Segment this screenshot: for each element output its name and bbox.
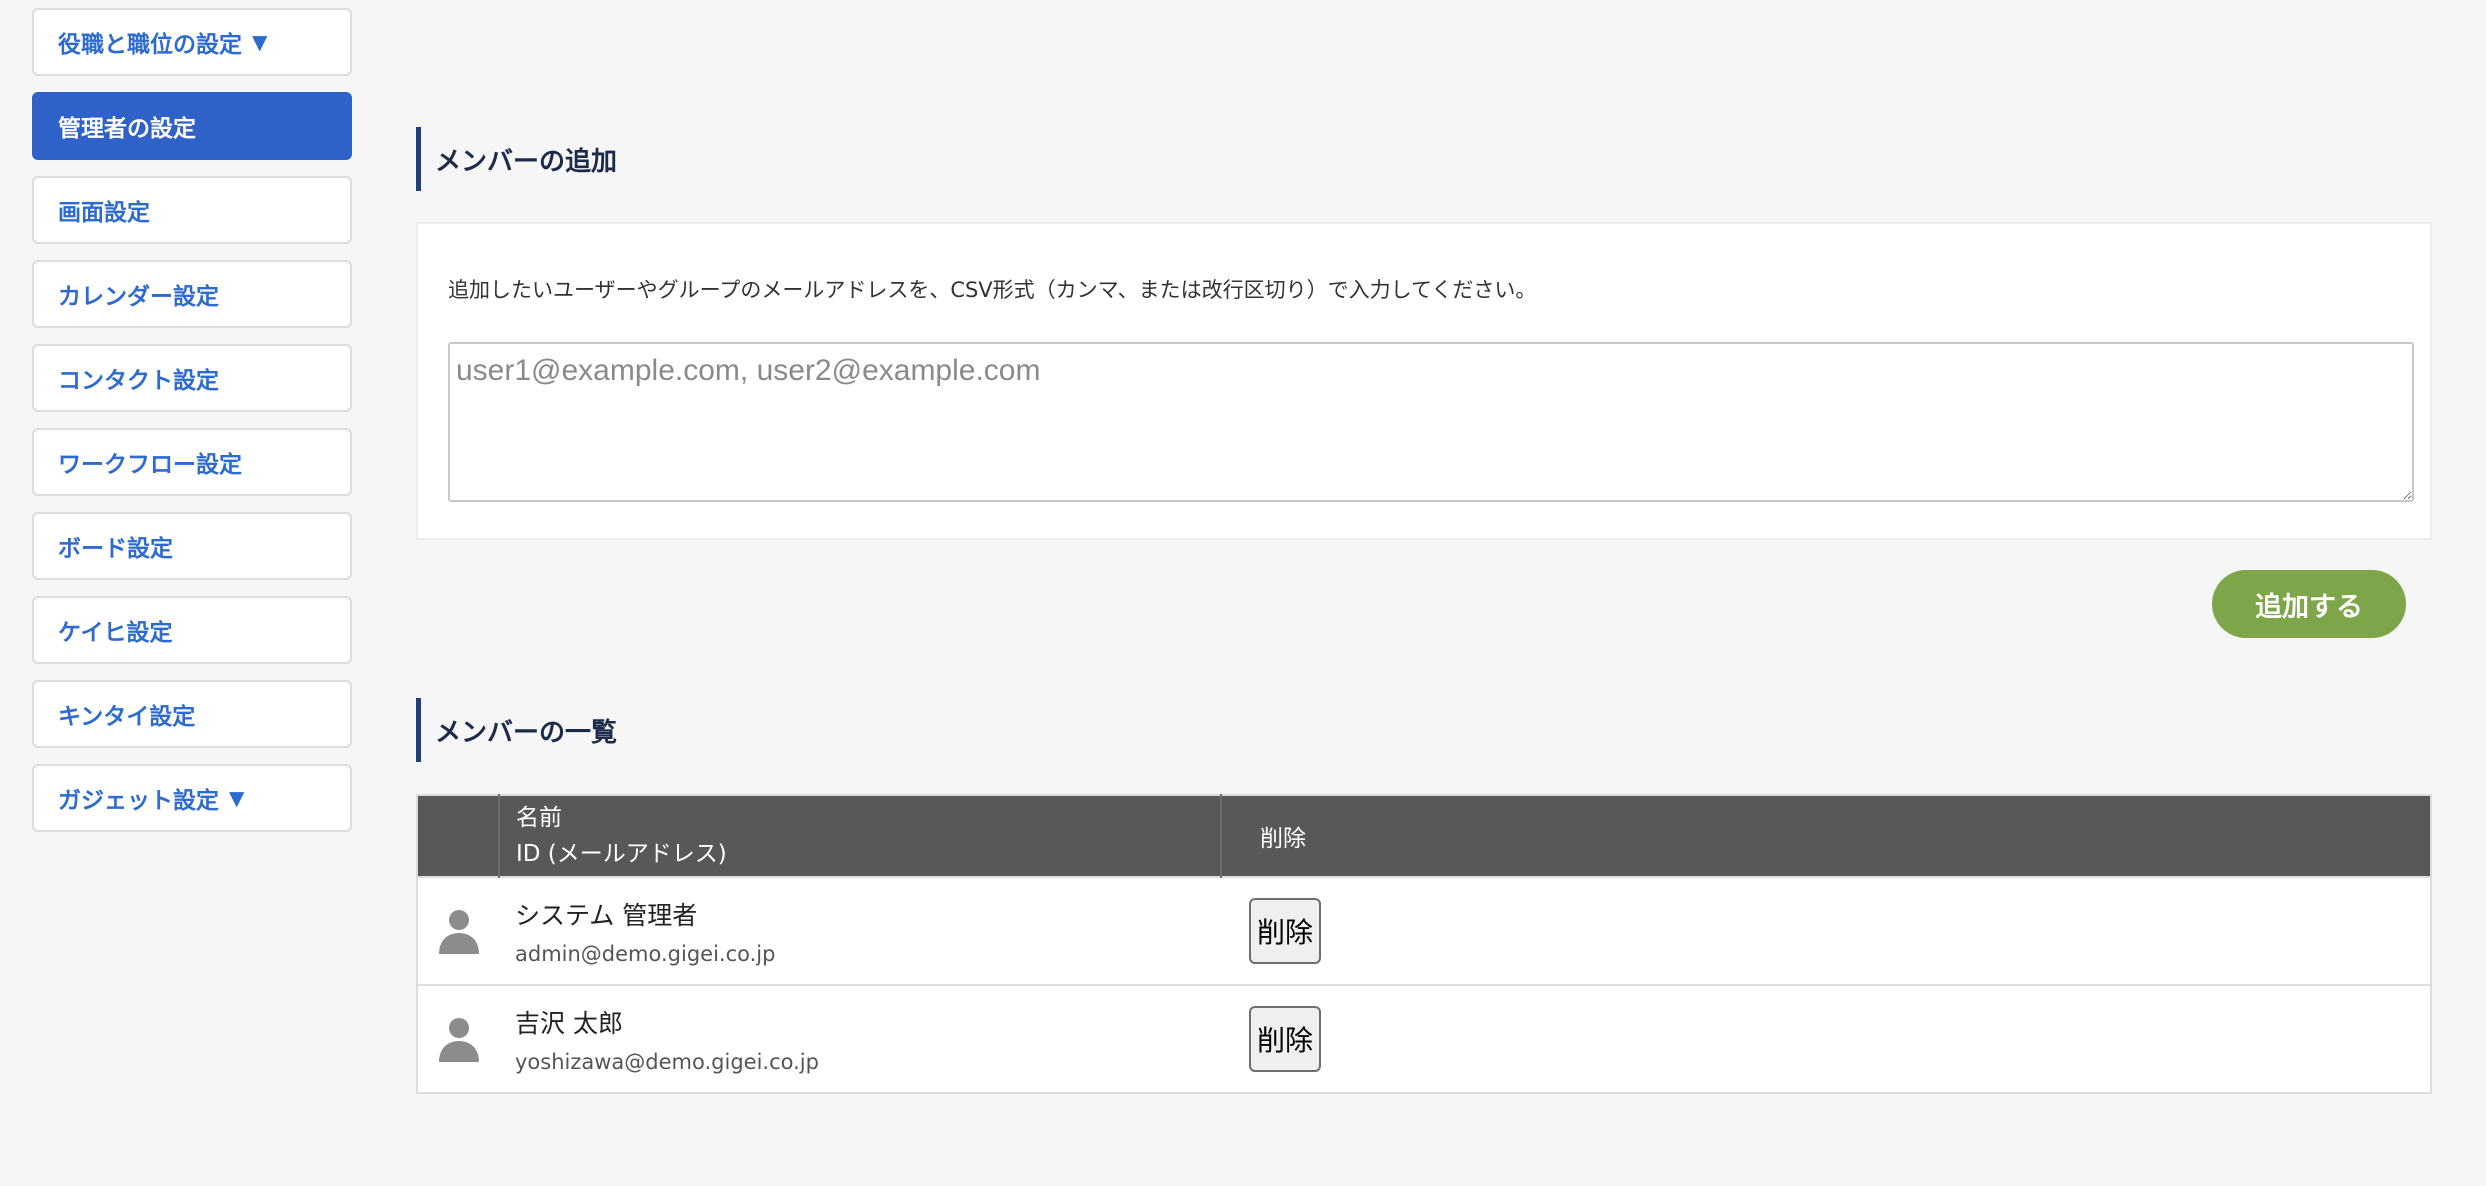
member-info-cell: システム 管理者 admin@demo.gigei.co.jp <box>499 876 1221 985</box>
email-list-input[interactable] <box>448 342 2414 502</box>
avatar-column-header <box>417 795 500 877</box>
sidebar-item-roles-positions[interactable]: 役職と職位の設定 ▼ <box>32 8 352 76</box>
sidebar-item-workflow-settings[interactable]: ワークフロー設定 <box>32 428 352 496</box>
delete-cell: 削除 <box>1221 984 2431 1093</box>
sidebar-item-label: 画面設定 <box>58 200 150 226</box>
avatar-cell <box>417 876 499 985</box>
sidebar-item-label: 管理者の設定 <box>58 116 196 142</box>
member-list-heading: メンバーの一覧 <box>416 698 617 762</box>
settings-sidebar: 役職と職位の設定 ▼ 管理者の設定 画面設定 カレンダー設定 コンタクト設定 ワ… <box>32 8 352 848</box>
member-table: 名前 ID (メールアドレス) 削除 システム 管理者 admin@demo.g… <box>416 794 2432 1094</box>
sidebar-item-label: 役職と職位の設定 <box>58 32 242 58</box>
member-email: yoshizawa@demo.gigei.co.jp <box>515 1050 819 1074</box>
table-header-row: 名前 ID (メールアドレス) 削除 <box>417 795 2431 877</box>
sidebar-item-label: カレンダー設定 <box>58 284 219 310</box>
name-column-header: 名前 ID (メールアドレス) <box>499 795 1222 877</box>
caret-down-icon: ▼ <box>229 786 245 810</box>
sidebar-item-expense-settings[interactable]: ケイヒ設定 <box>32 596 352 664</box>
name-header-label: 名前 <box>516 805 562 831</box>
table-row: 吉沢 太郎 yoshizawa@demo.gigei.co.jp 削除 <box>417 984 2431 1093</box>
sidebar-item-label: コンタクト設定 <box>58 368 219 394</box>
delete-column-header: 削除 <box>1221 795 2431 877</box>
member-email: admin@demo.gigei.co.jp <box>515 942 776 966</box>
sidebar-item-label: キンタイ設定 <box>58 704 196 730</box>
sidebar-item-admin-settings[interactable]: 管理者の設定 <box>32 92 352 160</box>
sidebar-item-label: ケイヒ設定 <box>58 620 173 646</box>
delete-cell: 削除 <box>1221 876 2431 985</box>
user-avatar-icon <box>438 910 479 954</box>
add-member-button[interactable]: 追加する <box>2212 570 2406 638</box>
caret-down-icon: ▼ <box>252 30 268 54</box>
add-member-description: 追加したいユーザーやグループのメールアドレスを、CSV形式（カンマ、または改行区… <box>448 278 1537 302</box>
sidebar-item-gadget-settings[interactable]: ガジェット設定 ▼ <box>32 764 352 832</box>
id-header-label: ID (メールアドレス) <box>516 841 727 867</box>
avatar-cell <box>417 984 499 1093</box>
sidebar-item-contact-settings[interactable]: コンタクト設定 <box>32 344 352 412</box>
sidebar-item-board-settings[interactable]: ボード設定 <box>32 512 352 580</box>
add-member-panel: 追加したいユーザーやグループのメールアドレスを、CSV形式（カンマ、または改行区… <box>416 222 2432 540</box>
sidebar-item-calendar-settings[interactable]: カレンダー設定 <box>32 260 352 328</box>
member-name: システム 管理者 <box>515 901 698 930</box>
member-name: 吉沢 太郎 <box>515 1009 623 1038</box>
sidebar-item-label: ボード設定 <box>58 536 173 562</box>
sidebar-item-label: ガジェット設定 <box>58 788 219 814</box>
user-avatar-icon <box>438 1018 479 1062</box>
delete-member-button[interactable]: 削除 <box>1249 898 1321 964</box>
member-info-cell: 吉沢 太郎 yoshizawa@demo.gigei.co.jp <box>499 984 1221 1093</box>
delete-member-button[interactable]: 削除 <box>1249 1006 1321 1072</box>
add-member-heading: メンバーの追加 <box>416 127 617 191</box>
sidebar-item-screen-settings[interactable]: 画面設定 <box>32 176 352 244</box>
table-row: システム 管理者 admin@demo.gigei.co.jp 削除 <box>417 876 2431 985</box>
sidebar-item-attendance-settings[interactable]: キンタイ設定 <box>32 680 352 748</box>
sidebar-item-label: ワークフロー設定 <box>58 452 242 478</box>
